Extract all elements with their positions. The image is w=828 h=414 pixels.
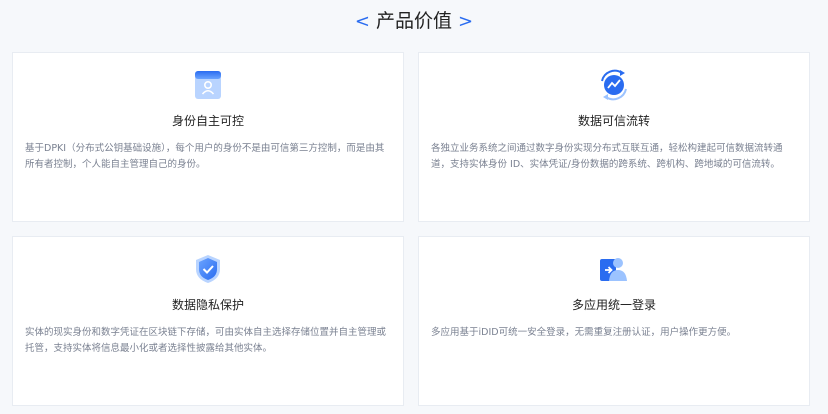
value-card-login: 多应用统一登录 多应用基于iDID可统一安全登录，无需重复注册认证，用户操作更方… <box>418 236 810 406</box>
shield-check-icon <box>192 253 224 285</box>
data-sync-icon <box>598 69 630 101</box>
card-description: 各独立业务系统之间通过数字身份实现分布式互联互通，轻松构建起可信数据流转通道，支… <box>431 143 783 170</box>
user-login-icon <box>598 253 630 285</box>
value-card-identity: 身份自主可控 基于DPKI（分布式公钥基础设施），每个用户的身份不是由可信第三方… <box>12 52 404 222</box>
card-title: 数据可信流转 <box>577 114 650 128</box>
section-title: < 产品价值 > <box>0 8 828 35</box>
chevron-left-icon: < <box>354 11 370 32</box>
card-title: 数据隐私保护 <box>171 298 244 312</box>
card-description: 基于DPKI（分布式公钥基础设施），每个用户的身份不是由可信第三方控制，而是由其… <box>25 143 385 170</box>
value-card-data-flow: 数据可信流转 各独立业务系统之间通过数字身份实现分布式互联互通，轻松构建起可信数… <box>418 52 810 222</box>
card-title: 身份自主可控 <box>171 114 244 128</box>
user-card-icon <box>192 69 224 101</box>
card-title: 多应用统一登录 <box>571 298 656 312</box>
card-description: 多应用基于iDID可统一安全登录，无需重复注册认证，用户操作更方便。 <box>431 327 737 338</box>
value-card-privacy: 数据隐私保护 实体的现实身份和数字凭证在区块链下存储，可由实体自主选择存储位置并… <box>12 236 404 406</box>
chevron-right-icon: > <box>458 11 474 32</box>
section-title-text: 产品价值 <box>375 10 452 32</box>
card-description: 实体的现实身份和数字凭证在区块链下存储，可由实体自主选择存储位置并自主管理或托管… <box>25 327 387 354</box>
